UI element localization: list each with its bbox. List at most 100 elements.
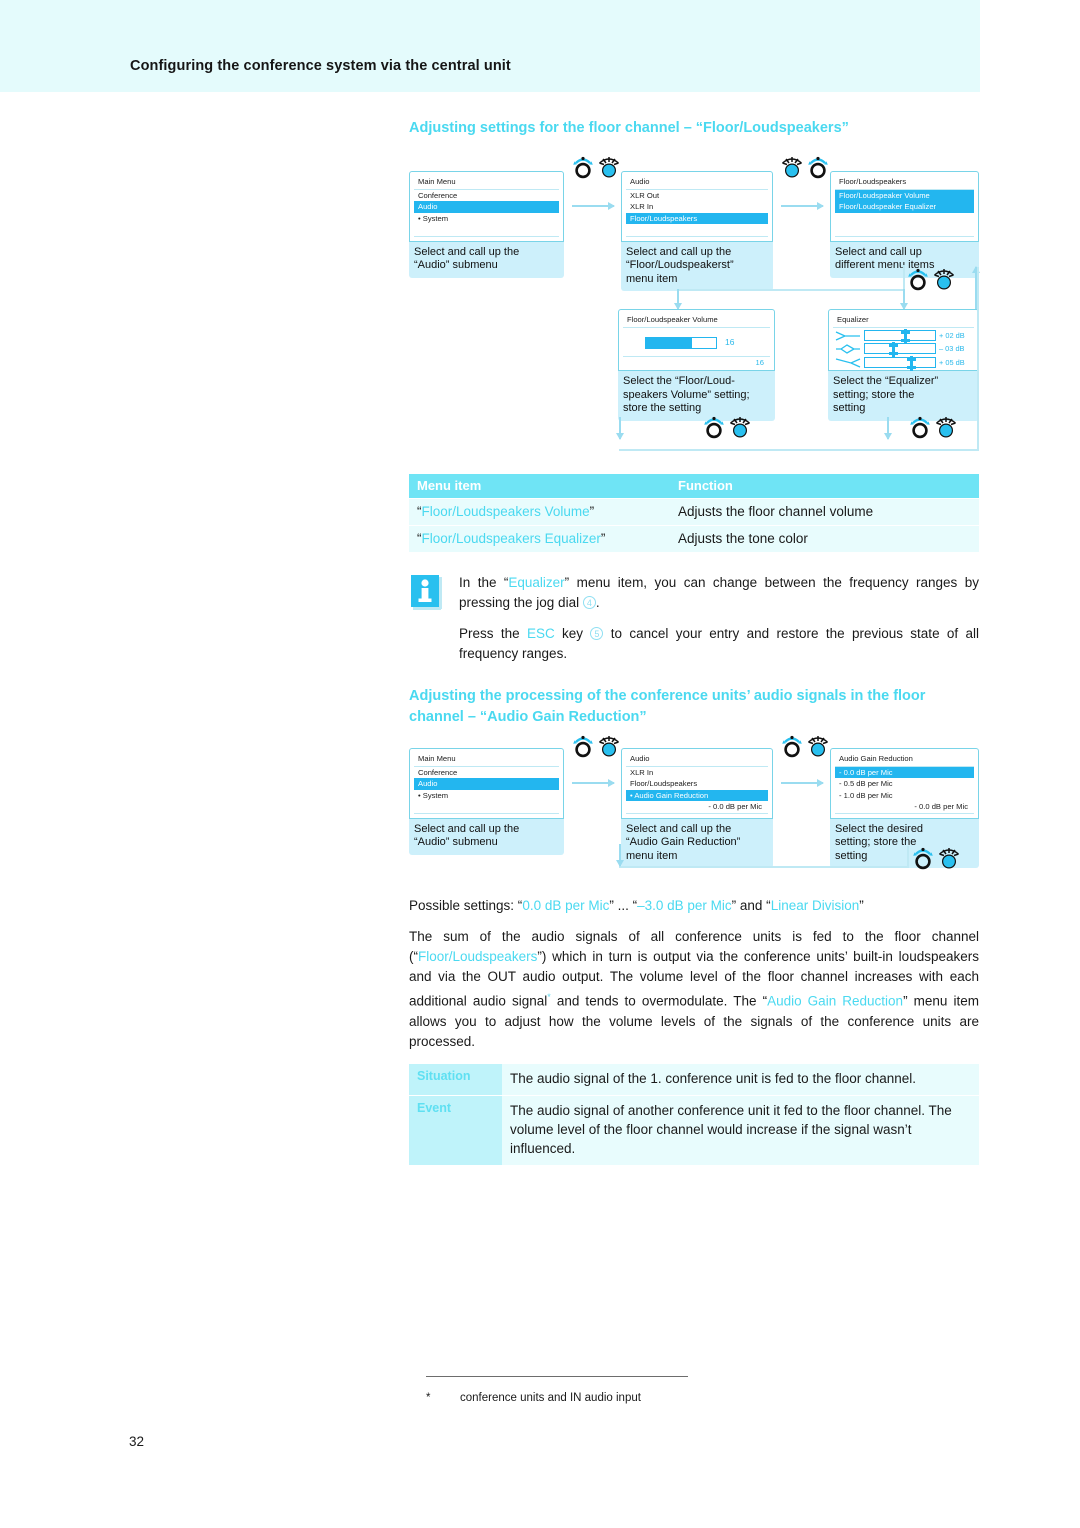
volume-screen-column: Floor/Loudspeaker Volume ↔ 16 16 Select … [618, 309, 775, 421]
lcd-screen-audio-gain-reduction: Audio Gain Reduction - 0.0 dB per Mic - … [830, 748, 979, 819]
content-column: Adjusting settings for the floor channel… [409, 118, 980, 1166]
section2-heading: Adjusting the processing of the conferen… [409, 688, 926, 726]
eq-slider[interactable] [864, 342, 936, 358]
loop-arrow-down-right [884, 417, 892, 441]
lcd-spacer [414, 224, 559, 236]
jog-dial-press-icon[interactable] [729, 415, 751, 439]
jog-dial-press-icon[interactable] [933, 267, 955, 291]
lcd-row[interactable]: Conference [414, 190, 559, 202]
menu-item-name: Floor/Loudspeakers [418, 949, 538, 965]
lcd-bottom-rule [835, 812, 974, 815]
lcd-row[interactable]: XLR In [626, 201, 768, 213]
jog-dial-turn-icon[interactable] [572, 734, 594, 758]
setting-value: Linear Division [770, 898, 860, 914]
lcd-row-selected[interactable]: Floor/Loudspeakers [626, 212, 768, 225]
lcd-screen-main-menu: Main Menu Conference Audio • System [409, 748, 564, 819]
volume-value: 16 [725, 336, 735, 347]
lcd-row[interactable]: Conference [414, 767, 559, 779]
key-name: ESC [526, 626, 555, 642]
jog-dial-turn-icon[interactable] [807, 155, 829, 179]
jog-dial-press-icon[interactable] [598, 734, 620, 758]
table-header-row: Menu item Function [409, 474, 979, 499]
lcd-row[interactable]: • System [414, 790, 559, 802]
lcd-value-row: - 0.0 dB per Mic [914, 802, 968, 812]
jog-dial-press-icon[interactable] [781, 155, 803, 179]
flow-arrow-3 [572, 779, 615, 788]
jog-dial-turn-icon[interactable] [781, 734, 803, 758]
lcd-row-selected[interactable]: Floor/Loudspeaker Equalizer [835, 201, 974, 213]
lcd-row[interactable]: Floor/Loudspeakers [626, 778, 768, 790]
step1-column: Main Menu Conference Audio • System Sele… [409, 171, 564, 278]
situation-event-table: Situation The audio signal of the 1. con… [409, 1063, 979, 1166]
eq-slider-handle[interactable] [889, 342, 898, 358]
lcd-title: Audio [626, 176, 768, 190]
section1-diagram: Main Menu Conference Audio • System Sele… [409, 149, 980, 471]
jogdial-pair-1 [572, 155, 620, 179]
eq-slider[interactable] [864, 355, 936, 371]
jog-dial-press-icon[interactable] [938, 846, 960, 870]
step-caption: Select the “Equalizer” setting; store th… [828, 371, 979, 421]
step-caption: Select and call up the “Audio Gain Reduc… [621, 818, 773, 869]
jog-dial-turn-icon[interactable] [909, 415, 931, 439]
lcd-spacer [835, 213, 974, 225]
eq-slider[interactable] [864, 328, 936, 344]
step-caption: Select and call up the “Floor/Loudspeake… [621, 241, 773, 292]
lcd-bottom-rule [626, 235, 768, 238]
lcd-screen-floor-loudspeakers: Floor/Loudspeakers Floor/Loudspeaker Vol… [830, 171, 979, 242]
flow-arrow-1 [572, 202, 615, 211]
table-row: Situation The audio signal of the 1. con… [409, 1063, 979, 1095]
volume-slider[interactable]: ↔ [645, 336, 717, 349]
page-header-title: Configuring the conference system via th… [130, 58, 511, 74]
jog-dial-turn-icon[interactable] [907, 267, 929, 291]
lcd-row[interactable]: XLR In [626, 767, 768, 779]
branch-line-horizontal [677, 289, 905, 292]
volume-slider-fill [646, 337, 692, 348]
column-header-menu-item: Menu item [409, 474, 670, 499]
lcd-title: Audio [626, 753, 768, 767]
lcd-screen-audio: Audio XLR Out XLR In Floor/Loudspeakers [621, 171, 773, 242]
jog-dial-press-icon[interactable] [935, 415, 957, 439]
jog-dial-press-icon[interactable] [598, 155, 620, 179]
lcd-row[interactable]: - 1.0 dB per Mic [835, 790, 974, 802]
jog-dial-turn-icon[interactable] [912, 846, 934, 870]
jog-dial-turn-icon[interactable] [703, 415, 725, 439]
eq-band-value: + 02 dB [939, 330, 965, 340]
callout-number: 4 [582, 596, 596, 610]
peak-icon [836, 344, 860, 355]
loop-return-line-2 [619, 866, 909, 869]
volume-slider-handle-icon[interactable]: ↔ [676, 339, 685, 348]
possible-settings-paragraph: Possible settings: “0.0 dB per Mic” ... … [409, 898, 864, 914]
table-row: “Floor/Loudspeakers Equalizer” Adjusts t… [409, 526, 979, 553]
lcd-row-selected[interactable]: - 0.0 dB per Mic [835, 766, 974, 779]
setting-value: –3.0 dB per Mic [637, 898, 732, 914]
lcd-spacer [414, 801, 559, 813]
section1-heading: Adjusting settings for the floor channel… [409, 120, 849, 136]
menu-item-name: Equalizer [508, 575, 565, 591]
jogdial-pair-5 [909, 415, 957, 439]
menu-item-name: Floor/Loudspeakers Equalizer [421, 531, 601, 547]
eq-band-row: – 03 dB [835, 342, 972, 358]
eq-band-value: – 03 dB [939, 344, 965, 354]
cell-menu-item: “Floor/Loudspeakers Equalizer” [409, 526, 670, 553]
eq-slider-handle[interactable] [907, 355, 916, 371]
menu-item-name: Floor/Loudspeakers Volume [421, 504, 590, 520]
lcd-row-selected[interactable]: Floor/Loudspeaker Volume [835, 189, 974, 202]
jog-dial-turn-icon[interactable] [572, 155, 594, 179]
jog-dial-press-icon[interactable] [807, 734, 829, 758]
lcd-row-selected[interactable]: Audio [414, 201, 559, 213]
eq-slider-handle[interactable] [901, 328, 910, 344]
lcd-row[interactable]: • System [414, 213, 559, 225]
lcd-screen-equalizer: Equalizer + 02 dB – 03 dB + 05 dB [828, 309, 979, 372]
high-shelf-icon [835, 331, 860, 341]
lcd-row[interactable]: XLR Out [626, 190, 768, 202]
lcd-row[interactable]: - 0.5 dB per Mic [835, 778, 974, 790]
equalizer-screen-column: Equalizer + 02 dB – 03 dB + 05 dB Select… [828, 309, 979, 421]
lcd-title: Equalizer [833, 314, 974, 328]
loop-arrow-down-left-2 [616, 844, 624, 868]
lcd-row-selected[interactable]: • Audio Gain Reduction [626, 789, 768, 802]
lcd-value-row: - 0.0 dB per Mic [708, 802, 762, 812]
lcd-row-selected[interactable]: Audio [414, 778, 559, 790]
step-caption: Select and call up the “Audio” submenu [409, 241, 564, 278]
setting-value: 0.0 dB per Mic [522, 898, 610, 914]
lcd-screen-main-menu: Main Menu Conference Audio • System [409, 171, 564, 242]
